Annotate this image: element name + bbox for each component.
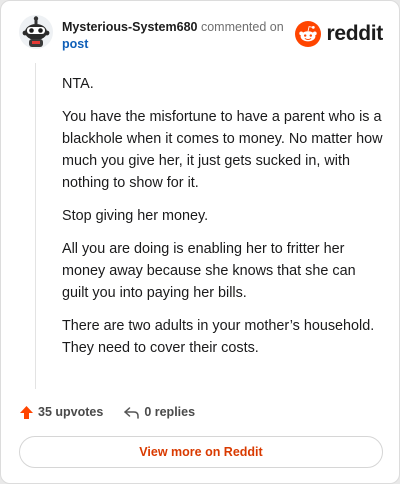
snoo-avatar-icon (19, 15, 53, 49)
embedded-comment-card: Mysterious-System680 commented on post r… (0, 0, 400, 484)
upvote-arrow-icon (20, 405, 33, 419)
reddit-brand[interactable]: reddit (295, 21, 383, 47)
comment-body: NTA. You have the misfortune to have a p… (62, 73, 384, 370)
comment-paragraph: NTA. (62, 76, 94, 92)
view-more-on-reddit-button[interactable]: View more on Reddit (19, 436, 383, 468)
comment-paragraph: Stop giving her money. (62, 208, 209, 224)
upvotes-count: 35 upvotes (38, 405, 104, 419)
username-link[interactable]: Mysterious-System680 (62, 20, 197, 34)
comment-paragraph: You have the misfortune to have a parent… (62, 109, 383, 191)
reddit-logo-icon (295, 21, 322, 47)
commented-on-text: commented on (200, 20, 284, 34)
comment-header: Mysterious-System680 commented on post r… (19, 15, 385, 55)
upvote-button[interactable]: 35 upvotes (19, 405, 103, 420)
replies-button[interactable]: 0 replies (123, 405, 195, 420)
comment-paragraph: All you are doing is enabling her to fri… (62, 241, 356, 301)
user-avatar[interactable] (19, 15, 53, 49)
post-link[interactable]: post (62, 36, 284, 53)
thread-line (35, 63, 36, 389)
reddit-wordmark: reddit (326, 22, 383, 45)
reply-arrow-icon (124, 406, 140, 419)
comment-actions: 35 upvotes 0 replies (19, 401, 195, 423)
replies-count: 0 replies (144, 405, 196, 419)
comment-meta: Mysterious-System680 commented on post (62, 19, 284, 53)
comment-paragraph: There are two adults in your mother’s ho… (62, 318, 375, 356)
